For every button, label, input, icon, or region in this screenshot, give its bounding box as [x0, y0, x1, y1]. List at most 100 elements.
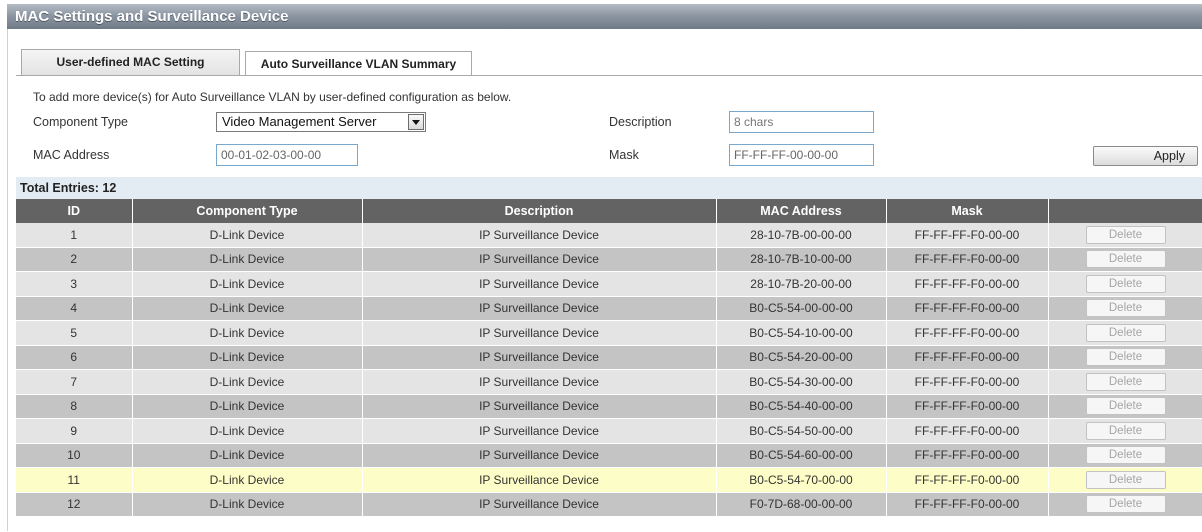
mac-address-input[interactable] [216, 144, 358, 166]
cell-id: 12 [16, 492, 133, 517]
cell-mask: FF-FF-FF-F0-00-00 [886, 296, 1049, 321]
delete-button[interactable]: Delete [1085, 274, 1166, 293]
cell-mask: FF-FF-FF-F0-00-00 [886, 369, 1049, 395]
cell-action: Delete [1048, 492, 1202, 517]
cell-component-type: D-Link Device [132, 467, 363, 493]
cell-mask: FF-FF-FF-F0-00-00 [886, 223, 1049, 248]
cell-mac-address: B0-C5-54-00-00-00 [716, 296, 887, 321]
cell-description: IP Surveillance Device [362, 223, 717, 248]
col-mask: Mask [886, 199, 1049, 223]
delete-button[interactable]: Delete [1085, 348, 1166, 367]
apply-button[interactable]: Apply [1093, 146, 1198, 166]
cell-action: Delete [1048, 320, 1202, 346]
table-row[interactable]: 6 D-Link Device IP Surveillance Device B0-C… [16, 345, 1202, 370]
cell-mac-address: F0-7D-68-00-00-00 [716, 492, 887, 517]
cell-mac-address: B0-C5-54-30-00-00 [716, 369, 887, 395]
delete-button[interactable]: Delete [1085, 397, 1166, 416]
cell-id: 6 [16, 345, 133, 370]
cell-description: IP Surveillance Device [362, 345, 717, 370]
mask-input[interactable] [729, 144, 874, 166]
cell-mask: FF-FF-FF-F0-00-00 [886, 320, 1049, 346]
table-row[interactable]: 2 D-Link Device IP Surveillance Device 28-1… [16, 247, 1202, 272]
cell-action: Delete [1048, 394, 1202, 419]
component-type-value: Video Management Server [222, 114, 377, 129]
cell-component-type: D-Link Device [132, 492, 363, 517]
cell-description: IP Surveillance Device [362, 369, 717, 395]
cell-id: 7 [16, 369, 133, 395]
cell-component-type: D-Link Device [132, 247, 363, 272]
dropdown-arrow-icon[interactable] [408, 114, 424, 130]
table-row[interactable]: 5 D-Link Device IP Surveillance Device B0-C… [16, 320, 1202, 346]
cell-id: 8 [16, 394, 133, 419]
cell-id: 3 [16, 271, 133, 297]
cell-component-type: D-Link Device [132, 320, 363, 346]
cell-mask: FF-FF-FF-F0-00-00 [886, 492, 1049, 517]
cell-mask: FF-FF-FF-F0-00-00 [886, 271, 1049, 297]
delete-button[interactable]: Delete [1085, 495, 1166, 514]
delete-button[interactable]: Delete [1085, 299, 1166, 318]
description-label: Description [609, 115, 672, 129]
cell-component-type: D-Link Device [132, 296, 363, 321]
col-description: Description [362, 199, 717, 223]
table-row[interactable]: 9 D-Link Device IP Surveillance Device B0-C… [16, 418, 1202, 444]
col-component-type: Component Type [132, 199, 363, 223]
cell-mac-address: B0-C5-54-60-00-00 [716, 443, 887, 468]
table-row[interactable]: 11 D-Link Device IP Surveillance Device B0-… [16, 467, 1202, 493]
cell-id: 9 [16, 418, 133, 444]
cell-action: Delete [1048, 223, 1202, 248]
delete-button[interactable]: Delete [1085, 372, 1166, 391]
table-row[interactable]: 10 D-Link Device IP Surveillance Device B0-… [16, 443, 1202, 468]
cell-mac-address: 28-10-7B-00-00-00 [716, 223, 887, 248]
delete-button[interactable]: Delete [1085, 225, 1166, 244]
delete-button[interactable]: Delete [1085, 446, 1166, 465]
cell-mask: FF-FF-FF-F0-00-00 [886, 418, 1049, 444]
delete-button[interactable]: Delete [1085, 470, 1166, 489]
cell-component-type: D-Link Device [132, 369, 363, 395]
col-action [1048, 199, 1202, 223]
cell-mac-address: 28-10-7B-20-00-00 [716, 271, 887, 297]
mac-address-label: MAC Address [33, 148, 110, 162]
cell-action: Delete [1048, 345, 1202, 370]
table-row[interactable]: 1 D-Link Device IP Surveillance Device 28-1… [16, 223, 1202, 248]
table-row[interactable]: 4 D-Link Device IP Surveillance Device B0-C… [16, 296, 1202, 321]
component-type-label: Component Type [33, 115, 128, 129]
delete-button[interactable]: Delete [1085, 421, 1166, 440]
cell-mask: FF-FF-FF-F0-00-00 [886, 394, 1049, 419]
cell-component-type: D-Link Device [132, 271, 363, 297]
tab-content: To add more device(s) for Auto Surveilla… [16, 75, 1202, 532]
cell-component-type: D-Link Device [132, 345, 363, 370]
cell-mac-address: B0-C5-54-40-00-00 [716, 394, 887, 419]
cell-action: Delete [1048, 369, 1202, 395]
page-title: MAC Settings and Surveillance Device [7, 4, 1202, 29]
cell-mask: FF-FF-FF-F0-00-00 [886, 345, 1049, 370]
col-mac-address: MAC Address [716, 199, 887, 223]
table-row[interactable]: 7 D-Link Device IP Surveillance Device B0-C… [16, 369, 1202, 395]
cell-mask: FF-FF-FF-F0-00-00 [886, 443, 1049, 468]
component-type-select[interactable]: Video Management Server [216, 112, 426, 132]
delete-button[interactable]: Delete [1085, 250, 1166, 269]
description-input[interactable] [729, 111, 874, 133]
table-row[interactable]: 12 D-Link Device IP Surveillance Device F0-… [16, 492, 1202, 517]
table-row[interactable]: 8 D-Link Device IP Surveillance Device B0-C… [16, 394, 1202, 419]
cell-description: IP Surveillance Device [362, 296, 717, 321]
cell-action: Delete [1048, 271, 1202, 297]
cell-mac-address: B0-C5-54-50-00-00 [716, 418, 887, 444]
cell-description: IP Surveillance Device [362, 418, 717, 444]
col-id: ID [16, 199, 133, 223]
delete-button[interactable]: Delete [1085, 323, 1166, 342]
tab-auto-surveillance-vlan-summary[interactable]: Auto Surveillance VLAN Summary [245, 51, 472, 75]
main-panel: User-defined MAC Setting Auto Surveillan… [7, 29, 1202, 531]
cell-description: IP Surveillance Device [362, 320, 717, 346]
cell-action: Delete [1048, 467, 1202, 493]
cell-description: IP Surveillance Device [362, 247, 717, 272]
cell-id: 11 [16, 467, 133, 493]
total-entries: Total Entries: 12 [16, 177, 1202, 199]
cell-component-type: D-Link Device [132, 394, 363, 419]
cell-action: Delete [1048, 418, 1202, 444]
cell-component-type: D-Link Device [132, 443, 363, 468]
mask-label: Mask [609, 148, 639, 162]
table-header-row: ID Component Type Description MAC Addres… [16, 199, 1202, 223]
cell-mac-address: B0-C5-54-20-00-00 [716, 345, 887, 370]
tab-user-defined-mac-setting[interactable]: User-defined MAC Setting [21, 49, 240, 76]
table-row[interactable]: 3 D-Link Device IP Surveillance Device 28-1… [16, 271, 1202, 297]
